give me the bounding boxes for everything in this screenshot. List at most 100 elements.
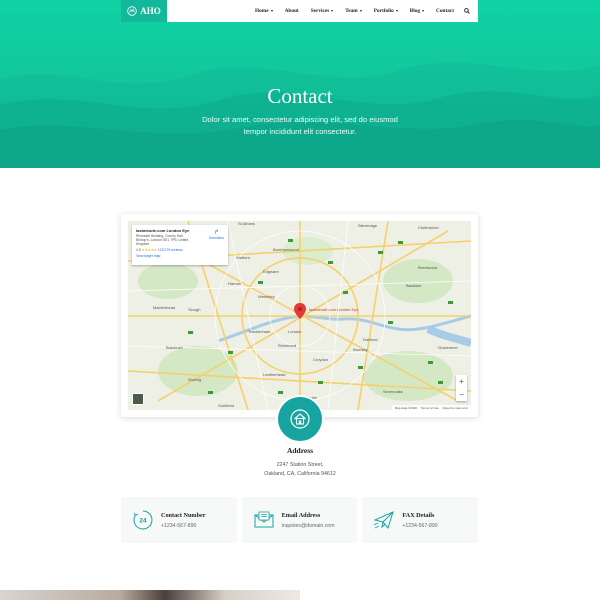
- email-title: Email Address: [281, 511, 321, 519]
- fax-box: FAX Details +1234-567-890: [362, 497, 479, 543]
- map-footer: Map data ©2020 Terms of Use Report a map…: [391, 405, 471, 410]
- nav-item-about[interactable]: About: [279, 8, 305, 14]
- road-shield: [378, 251, 383, 254]
- search-icon[interactable]: [464, 8, 470, 14]
- road-shield: [228, 351, 233, 354]
- fax-title: FAX Details: [402, 511, 435, 519]
- email-value[interactable]: inquiries@domain.com: [282, 523, 335, 529]
- mail-icon: [254, 511, 274, 528]
- caret-down-icon: [395, 10, 398, 12]
- brand-logo[interactable]: AHO: [121, 0, 167, 22]
- map-town-label: Sevenoaks: [383, 389, 403, 394]
- caret-down-icon: [270, 10, 273, 12]
- map-town-label: Richmond: [278, 343, 296, 348]
- road-shield: [398, 241, 403, 244]
- road-shield: [358, 366, 363, 369]
- road-shield: [428, 361, 433, 364]
- nav-item-label: Blog: [409, 8, 421, 14]
- nav-item-services[interactable]: Services: [305, 8, 340, 14]
- road-shield: [188, 331, 193, 334]
- directions-icon: ↱: [213, 230, 219, 236]
- nav-item-label: About: [284, 8, 299, 14]
- contact-number-title: Contact Number: [161, 511, 206, 519]
- review-count[interactable]: 123,079 reviews: [158, 248, 183, 252]
- top-navbar: AHO Home About Services Team Portfolio Blog Co…: [121, 0, 478, 22]
- page-subtitle: Dolor sit amet, consectetur adipiscing e…: [202, 115, 398, 136]
- nav-item-team[interactable]: Team: [339, 8, 367, 14]
- phone-24-icon: 24: [133, 510, 153, 530]
- logo-icon: [127, 6, 137, 16]
- hero-banner: Contact Dolor sit amet, consectetur adip…: [0, 0, 600, 168]
- place-address: Riverside Building, County Hall, Bishop'…: [136, 234, 189, 247]
- zoom-out-button[interactable]: −: [459, 390, 464, 399]
- map-marker-label: lastminute.com London Eye: [309, 307, 359, 312]
- map-town-label: Harrow: [228, 281, 241, 286]
- map-town-label: Twickenham: [248, 329, 271, 334]
- bottom-section-image: [0, 590, 300, 600]
- embedded-map[interactable]: St Albans Chelmsford Watford Borehamwood Edg…: [128, 221, 471, 410]
- directions-button[interactable]: ↱ Directions: [209, 229, 224, 240]
- rating-stars: ★★★★★: [141, 247, 157, 252]
- page-title: Contact: [267, 84, 333, 108]
- road-shield: [388, 321, 393, 324]
- map-town-label: London: [288, 329, 301, 334]
- contact-number-value[interactable]: +1234-567-890: [161, 523, 206, 529]
- email-box: Email Address inquiries@domain.com: [241, 497, 358, 543]
- nav-item-contact[interactable]: Contact: [430, 8, 460, 14]
- satellite-toggle[interactable]: [132, 393, 144, 405]
- zoom-in-button[interactable]: +: [459, 377, 464, 386]
- road-shield: [208, 391, 213, 394]
- road-shield: [448, 301, 453, 304]
- nav-item-home[interactable]: Home: [249, 8, 279, 14]
- nav-item-label: Team: [345, 8, 358, 14]
- brand-name: AHO: [140, 6, 161, 16]
- map-town-label: St Albans: [238, 221, 255, 226]
- contact-info-row: 24 Contact Number +1234-567-890 Email Ad…: [121, 497, 479, 543]
- map-town-label: Bromley: [353, 347, 368, 352]
- map-town-label: Watford: [236, 255, 250, 260]
- map-town-label: Gravesend: [438, 345, 458, 350]
- svg-text:24: 24: [139, 518, 147, 525]
- rating-value: 4.5: [136, 247, 141, 252]
- fax-value[interactable]: +1234-567-890: [402, 523, 437, 529]
- map-town-label: Maidenhead: [153, 305, 175, 310]
- map-town-label: Slough: [188, 307, 200, 312]
- caret-down-icon: [331, 10, 334, 12]
- zoom-controls: + −: [456, 375, 467, 401]
- nav-item-label: Home: [255, 8, 269, 14]
- caret-down-icon: [422, 10, 425, 12]
- contact-number-box: 24 Contact Number +1234-567-890: [121, 497, 237, 543]
- report-error-link[interactable]: Report a map error: [443, 406, 468, 410]
- house-location-icon: [290, 409, 310, 429]
- place-rating: 4.5 ★★★★★ 123,079 reviews: [136, 248, 224, 252]
- map-town-label: Woking: [188, 377, 201, 382]
- terms-link[interactable]: Terms of Use: [421, 406, 439, 410]
- map-town-label: Borehamwood: [273, 247, 299, 252]
- road-shield: [328, 261, 333, 264]
- map-town-label: Brentwood: [418, 265, 437, 270]
- nav-item-label: Contact: [436, 8, 454, 14]
- map-card: St Albans Chelmsford Watford Borehamwood Edg…: [121, 214, 478, 417]
- address-line-2: Oakland, CA, California 94612: [264, 471, 336, 477]
- map-town-label: Leatherhead: [263, 372, 285, 377]
- map-town-label: Basildon: [406, 283, 421, 288]
- road-shield: [258, 281, 263, 284]
- place-info-card: lastminute.com London Eye Riverside Buil…: [132, 225, 228, 265]
- address-title: Address: [286, 446, 314, 455]
- nav-item-label: Services: [310, 8, 330, 14]
- map-town-label: Bracknell: [166, 345, 183, 350]
- road-shield: [438, 381, 443, 384]
- map-town-label: Edgware: [263, 269, 280, 274]
- directions-label: Directions: [208, 236, 224, 240]
- nav-item-blog[interactable]: Blog: [404, 8, 430, 14]
- address-badge: [278, 397, 322, 441]
- caret-down-icon: [359, 10, 362, 12]
- road-shield: [288, 239, 293, 242]
- view-larger-map-link[interactable]: View larger map: [136, 254, 224, 258]
- map-town-label: Croydon: [313, 357, 328, 362]
- road-shield: [318, 381, 323, 384]
- address-line-1: 2247 Station Street,: [276, 462, 324, 468]
- nav-item-portfolio[interactable]: Portfolio: [368, 8, 404, 14]
- road-shield: [343, 291, 348, 294]
- road-shield: [278, 391, 283, 394]
